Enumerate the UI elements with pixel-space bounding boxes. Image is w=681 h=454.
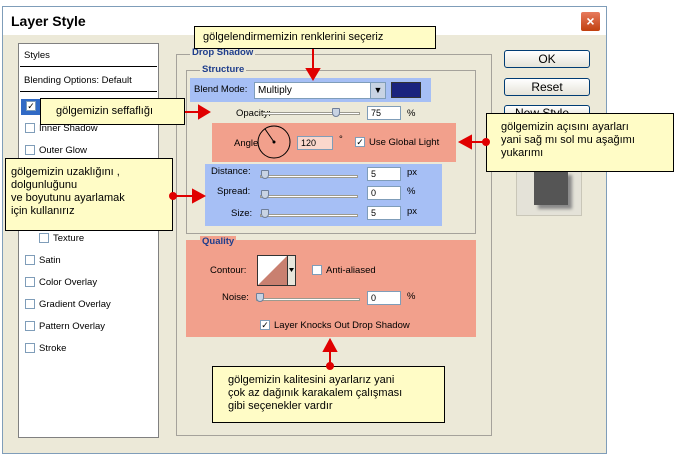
structure-title: Structure: [200, 64, 247, 75]
style-item-outer-glow[interactable]: Outer Glow: [25, 145, 87, 159]
styles-header[interactable]: Styles: [20, 45, 157, 67]
gradient-overlay-label: Gradient Overlay: [39, 299, 111, 310]
style-item-stroke[interactable]: Stroke: [25, 343, 66, 357]
noise-slider-thumb[interactable]: [256, 293, 264, 302]
gradient-overlay-checkbox[interactable]: [25, 299, 35, 309]
contour-picker[interactable]: [257, 255, 297, 287]
callout-distance-text: gölgemizin uzaklığını , dolgunluğunu ve …: [11, 166, 125, 217]
color-overlay-label: Color Overlay: [39, 277, 98, 288]
size-unit: px: [407, 206, 418, 217]
callout-angle: gölgemizin açısını ayarları yani sağ mı …: [486, 113, 674, 172]
pattern-overlay-checkbox[interactable]: [25, 321, 35, 331]
knocks-out-checkbox[interactable]: ✓: [260, 320, 270, 330]
angle-unit: °: [339, 134, 343, 145]
style-item-gradient-overlay[interactable]: Gradient Overlay: [25, 299, 111, 313]
texture-checkbox[interactable]: [39, 233, 49, 243]
callout-distance: gölgemizin uzaklığını , dolgunluğunu ve …: [5, 158, 173, 231]
noise-input[interactable]: 0: [367, 291, 401, 305]
angle-dial[interactable]: [256, 124, 292, 160]
knocks-out-label: Layer Knocks Out Drop Shadow: [274, 320, 410, 331]
distance-slider-thumb[interactable]: [261, 170, 269, 179]
contour-label: Contour:: [210, 265, 247, 276]
noise-unit: %: [407, 291, 416, 302]
angle-input[interactable]: 120: [297, 136, 333, 150]
outer-glow-label: Outer Glow: [39, 145, 88, 156]
window-title: Layer Style: [11, 13, 86, 29]
style-item-inner-shadow[interactable]: Inner Shadow: [25, 123, 98, 137]
texture-label: Texture: [53, 233, 85, 244]
satin-label: Satin: [39, 255, 61, 266]
size-input[interactable]: 5: [367, 206, 401, 220]
ok-button[interactable]: OK: [504, 50, 590, 68]
opacity-slider-thumb[interactable]: [331, 108, 340, 117]
spread-input[interactable]: 0: [367, 186, 401, 200]
quality-title: Quality: [200, 236, 237, 247]
callout-opacity: gölgemizin seffaflığı: [40, 98, 185, 125]
callout-angle-text: gölgemizin açısını ayarları yani sağ mı …: [501, 121, 635, 159]
callout-opacity-text: gölgemizin seffaflığı: [56, 105, 154, 117]
callout-quality-text: gölgemizin kalitesini ayarlarız yani çok…: [228, 374, 403, 412]
size-label: Size:: [231, 208, 253, 219]
spread-unit: %: [407, 186, 416, 197]
callout-quality: gölgemizin kalitesini ayarlarız yani çok…: [212, 366, 445, 423]
opacity-input[interactable]: 75: [367, 106, 401, 120]
size-slider-thumb[interactable]: [261, 209, 269, 218]
use-global-light-checkbox[interactable]: ✓: [355, 137, 365, 147]
stroke-checkbox[interactable]: [25, 343, 35, 353]
noise-label: Noise:: [222, 292, 249, 303]
anti-aliased-label: Anti-aliased: [326, 265, 376, 276]
distance-label: Distance:: [211, 166, 251, 177]
opacity-slider[interactable]: [262, 112, 360, 115]
chevron-down-icon[interactable]: ▼: [370, 83, 385, 98]
distance-input[interactable]: 5: [367, 167, 401, 181]
spread-slider-thumb[interactable]: [261, 190, 269, 199]
blending-options-item[interactable]: Blending Options: Default: [20, 70, 157, 92]
style-item-satin[interactable]: Satin: [25, 255, 61, 269]
noise-slider[interactable]: [256, 298, 360, 301]
blend-mode-label: Blend Mode:: [194, 84, 248, 95]
outer-glow-checkbox[interactable]: [25, 145, 35, 155]
satin-checkbox[interactable]: [25, 255, 35, 265]
size-slider[interactable]: [260, 214, 358, 217]
use-global-light-label: Use Global Light: [369, 137, 440, 148]
spread-slider[interactable]: [260, 195, 358, 198]
spread-label: Spread:: [217, 186, 251, 197]
shadow-color-swatch[interactable]: [391, 82, 421, 98]
anti-aliased-checkbox[interactable]: [312, 265, 322, 275]
color-overlay-checkbox[interactable]: [25, 277, 35, 287]
style-item-texture[interactable]: Texture: [39, 233, 84, 247]
close-icon[interactable]: ×: [580, 11, 601, 32]
blend-mode-value: Multiply: [258, 85, 292, 96]
callout-color: gölgelendirmemizin renklerini seçeriz: [194, 26, 436, 49]
style-item-pattern-overlay[interactable]: Pattern Overlay: [25, 321, 105, 335]
drop-shadow-checkbox[interactable]: ✓: [26, 101, 36, 111]
inner-shadow-checkbox[interactable]: [25, 123, 35, 133]
stroke-label: Stroke: [39, 343, 67, 354]
callout-color-text: gölgelendirmemizin renklerini seçeriz: [203, 31, 384, 43]
blend-mode-select[interactable]: Multiply ▼: [254, 82, 386, 99]
pattern-overlay-label: Pattern Overlay: [39, 321, 105, 332]
distance-slider[interactable]: [260, 175, 358, 178]
style-item-color-overlay[interactable]: Color Overlay: [25, 277, 97, 291]
distance-unit: px: [407, 167, 418, 178]
preview-swatch: [534, 171, 568, 205]
opacity-unit: %: [407, 108, 416, 119]
reset-button[interactable]: Reset: [504, 78, 590, 96]
